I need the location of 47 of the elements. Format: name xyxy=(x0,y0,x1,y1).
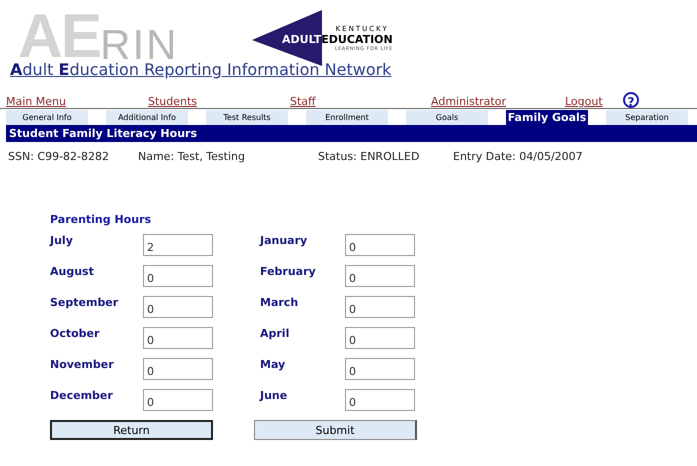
form-title: Parenting Hours xyxy=(50,213,152,226)
month-label: June xyxy=(260,389,288,404)
hours-field[interactable]: 0 xyxy=(143,389,213,411)
month-label: December xyxy=(50,389,114,404)
logo-text: ADULT xyxy=(282,32,322,46)
info-text: Status: ENROLLED xyxy=(318,150,420,163)
info-text: SSN: C99-82-8282 xyxy=(8,150,110,163)
tab[interactable]: Family Goals xyxy=(506,110,588,125)
form-button[interactable]: Submit xyxy=(254,420,417,440)
help-icon[interactable]: ? xyxy=(623,92,639,108)
hours-field[interactable]: 0 xyxy=(143,327,213,349)
month-label: February xyxy=(260,265,317,280)
hours-field[interactable]: 0 xyxy=(345,358,415,380)
info-text: Name: Test, Testing xyxy=(138,150,246,163)
info-text: Entry Date: 04/05/2007 xyxy=(453,150,584,163)
hours-field[interactable]: 2 xyxy=(143,234,213,256)
hours-field[interactable]: 0 xyxy=(143,265,213,287)
hours-field[interactable]: 0 xyxy=(143,358,213,380)
tab[interactable]: Separation xyxy=(606,110,688,125)
nav-link[interactable]: Administrator xyxy=(431,95,565,108)
nav-link[interactable]: Logout xyxy=(565,95,623,108)
month-label: September xyxy=(50,296,120,311)
hours-field[interactable]: 0 xyxy=(345,327,415,349)
hours-field[interactable]: 0 xyxy=(345,265,415,287)
form-button[interactable]: Return xyxy=(50,420,213,440)
month-label: April xyxy=(260,327,290,342)
month-label: August xyxy=(50,265,95,280)
logo-text: EDUCATION xyxy=(321,32,393,46)
hours-field[interactable]: 0 xyxy=(345,389,415,411)
tab[interactable]: Enrollment xyxy=(306,110,388,125)
hours-field[interactable]: 0 xyxy=(345,296,415,318)
month-label: May xyxy=(260,358,286,373)
hours-field[interactable]: 0 xyxy=(345,234,415,256)
tab[interactable]: Goals xyxy=(406,110,488,125)
nav-link[interactable]: Main Menu xyxy=(6,95,148,108)
tab[interactable]: Test Results xyxy=(206,110,288,125)
tab[interactable]: General Info xyxy=(6,110,88,125)
month-label: October xyxy=(50,327,100,342)
month-label: January xyxy=(260,234,308,249)
tab[interactable]: Additional Info xyxy=(106,110,188,125)
month-label: November xyxy=(50,358,115,373)
nav-link[interactable]: Staff xyxy=(290,95,431,108)
hours-field[interactable]: 0 xyxy=(143,296,213,318)
nav-link[interactable]: Students xyxy=(148,95,290,108)
month-label: July xyxy=(50,234,74,249)
month-label: March xyxy=(260,296,300,311)
section-header: Student Family Literacy Hours xyxy=(6,125,697,142)
